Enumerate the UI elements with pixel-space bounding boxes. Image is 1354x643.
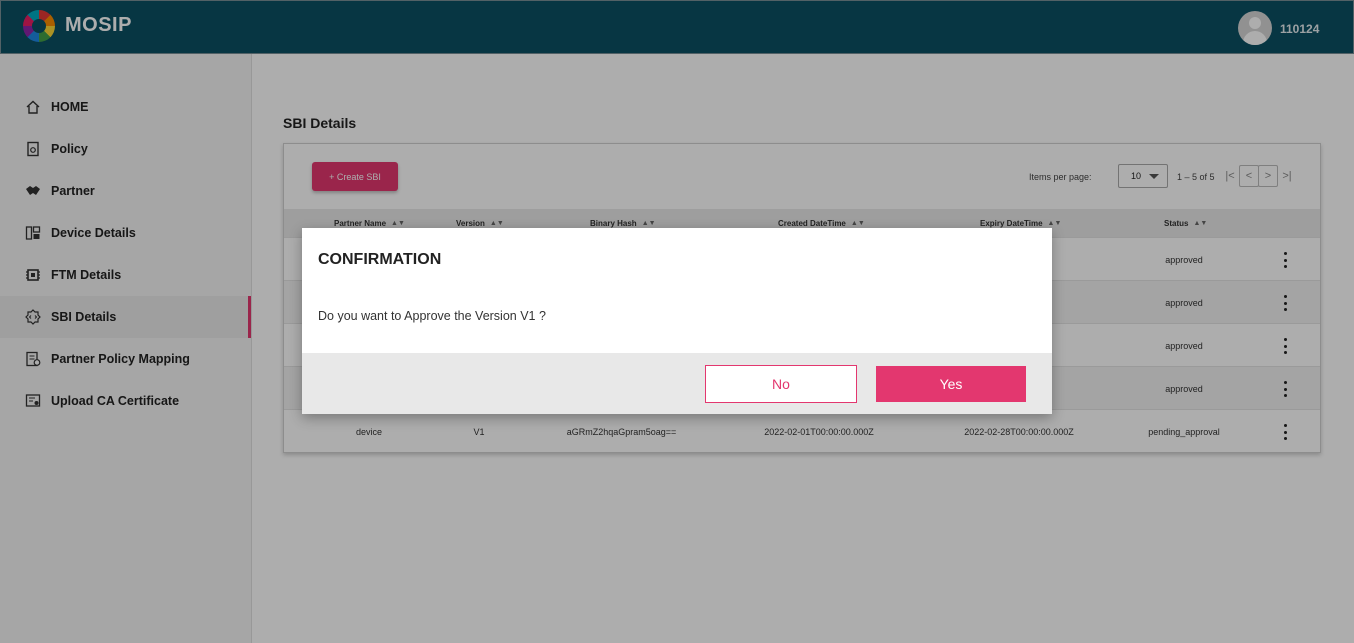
dialog-message: Do you want to Approve the Version V1 ?: [318, 309, 546, 323]
confirmation-dialog: CONFIRMATION Do you want to Approve the …: [302, 228, 1052, 414]
no-button[interactable]: No: [705, 365, 857, 403]
yes-button[interactable]: Yes: [876, 366, 1026, 402]
dialog-footer: No Yes: [302, 353, 1052, 414]
dialog-title: CONFIRMATION: [318, 251, 442, 268]
